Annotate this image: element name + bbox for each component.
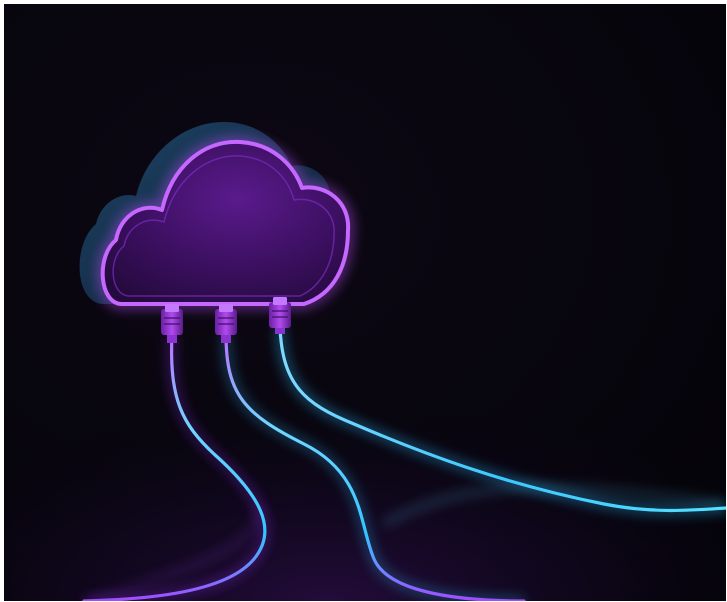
cloud-illustration [4, 4, 726, 601]
cloud-cable-scene [4, 4, 726, 601]
image-frame [0, 0, 727, 602]
floor-glow [4, 304, 726, 601]
